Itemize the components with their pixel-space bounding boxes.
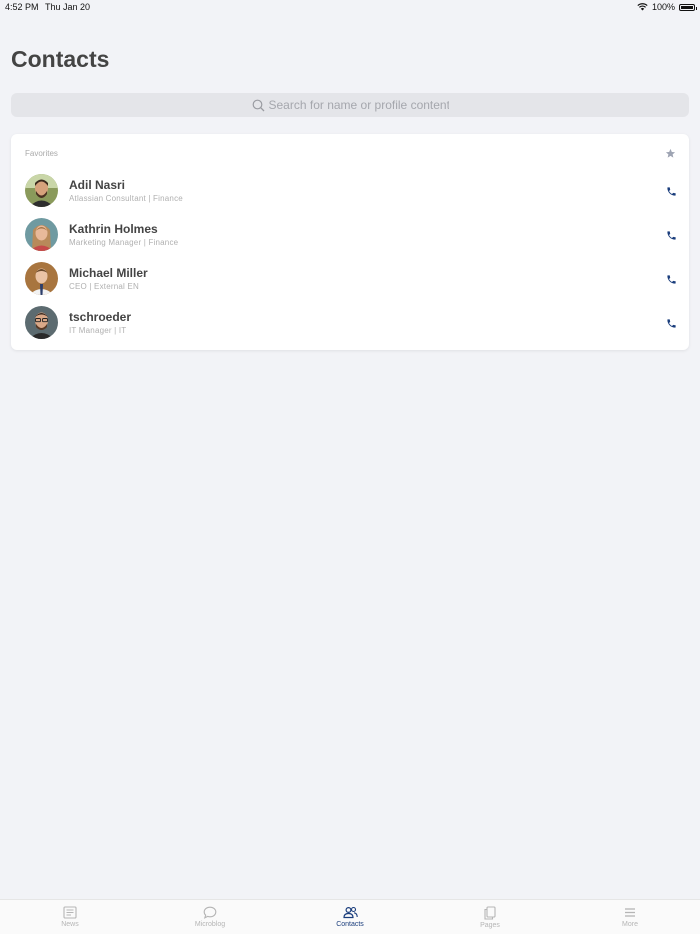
favorites-label: Favorites — [25, 149, 58, 158]
news-icon — [63, 906, 77, 919]
tab-more[interactable]: More — [560, 900, 700, 934]
call-button[interactable] — [664, 316, 678, 330]
tab-pages[interactable]: Pages — [420, 900, 560, 934]
tab-contacts[interactable]: Contacts — [280, 900, 420, 934]
contact-row[interactable]: Michael Miller CEO | External EN — [11, 257, 689, 301]
tab-microblog[interactable]: Microblog — [140, 900, 280, 934]
phone-icon — [666, 318, 676, 328]
avatar — [25, 174, 58, 207]
favorites-card: Favorites Adil Nasri Atlassian Consultan… — [11, 134, 689, 350]
call-button[interactable] — [664, 228, 678, 242]
call-button[interactable] — [664, 184, 678, 198]
battery-percent: 100% — [651, 2, 675, 12]
pages-icon — [484, 906, 496, 920]
call-button[interactable] — [664, 272, 678, 286]
contact-name: Adil Nasri — [69, 178, 126, 192]
tab-news[interactable]: News — [0, 900, 140, 934]
phone-icon — [666, 274, 676, 284]
tab-label: News — [61, 921, 79, 928]
search-bar[interactable] — [11, 93, 689, 117]
battery-icon — [679, 3, 697, 11]
star-icon[interactable] — [665, 148, 676, 159]
avatar — [25, 262, 58, 295]
status-date: Thu Jan 20 — [45, 2, 91, 12]
status-time: 4:52 PM — [5, 2, 39, 12]
tab-label: Contacts — [336, 921, 364, 928]
contact-subtitle: IT Manager | IT — [69, 326, 127, 335]
page-title: Contacts — [11, 46, 110, 72]
contact-subtitle: Atlassian Consultant | Finance — [69, 194, 183, 203]
contact-name: Kathrin Holmes — [69, 222, 158, 236]
avatar — [25, 306, 58, 339]
microblog-icon — [203, 906, 217, 919]
contact-row[interactable]: tschroeder IT Manager | IT — [11, 301, 689, 345]
search-icon — [252, 99, 264, 111]
contact-name: Michael Miller — [69, 266, 148, 280]
wifi-icon — [637, 3, 648, 11]
contact-subtitle: CEO | External EN — [69, 282, 139, 291]
contact-subtitle: Marketing Manager | Finance — [69, 238, 179, 247]
contacts-icon — [342, 906, 358, 919]
phone-icon — [666, 230, 676, 240]
tab-label: Microblog — [194, 921, 226, 928]
status-bar: 4:52 PM Thu Jan 20 100% — [0, 0, 700, 14]
contact-name: tschroeder — [69, 310, 132, 324]
tab-label: More — [622, 921, 638, 928]
menu-icon — [625, 908, 635, 917]
avatar — [25, 218, 58, 251]
tab-bar: News Microblog Contacts Pages More — [0, 899, 700, 934]
phone-icon — [666, 186, 676, 196]
contact-row[interactable]: Kathrin Holmes Marketing Manager | Finan… — [11, 213, 689, 257]
tab-label: Pages — [480, 922, 500, 929]
battery-fill — [681, 5, 693, 9]
search-input[interactable] — [268, 98, 449, 112]
status-indicators: 100% — [637, 2, 697, 12]
contact-row[interactable]: Adil Nasri Atlassian Consultant | Financ… — [11, 169, 689, 213]
